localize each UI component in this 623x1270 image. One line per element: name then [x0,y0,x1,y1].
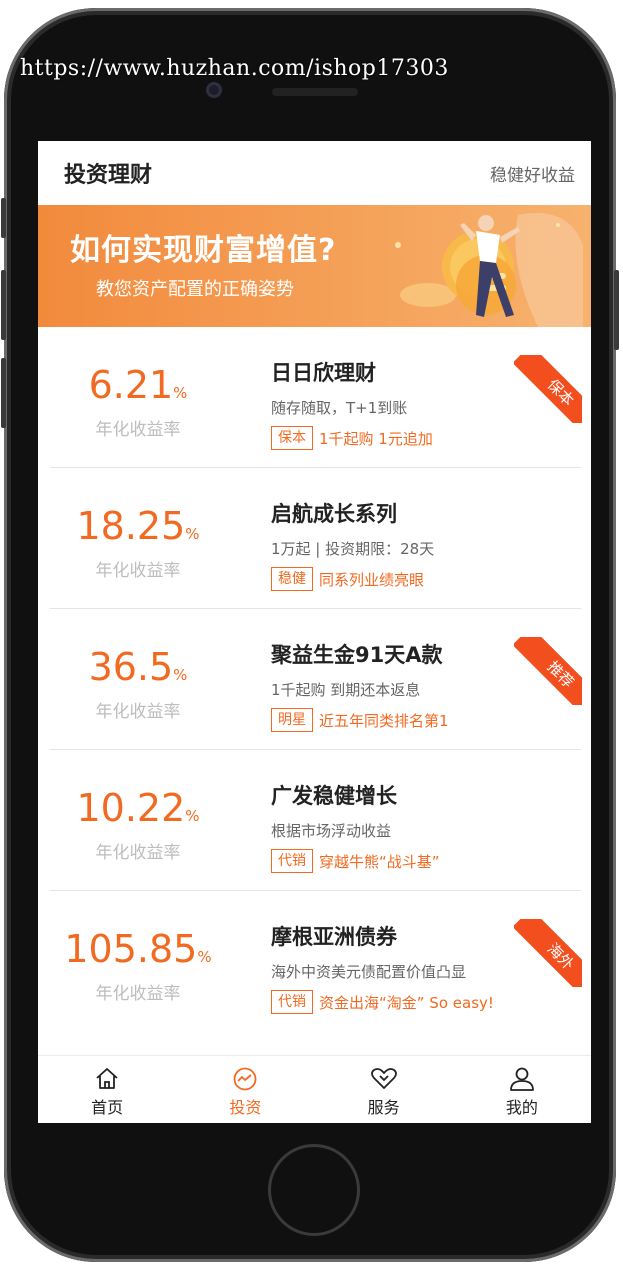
page-header: 投资理财 稳健好收益 [38,141,591,205]
mute-switch [1,198,6,238]
home-icon [96,1068,118,1089]
tab-label: 首页 [91,1098,124,1117]
product-desc: 海外中资美元债配置价值凸显 [271,963,467,981]
product-tag-text: 穿越牛熊“战斗基” [319,852,440,871]
product-tag: 代销 [271,849,313,873]
product-tag-text: 同系列业绩亮眼 [319,570,425,589]
product-item[interactable]: 36.5% 年化收益率 聚益生金91天A款 1千起购 到期还本返息 明星 近五年同… [38,609,591,750]
product-item[interactable]: 18.25% 年化收益率 启航成长系列 1万起 | 投资期限：28天 稳健 同系列… [38,468,591,609]
product-desc: 1千起购 到期还本返息 [271,681,421,699]
power-button [614,270,619,350]
user-icon [509,1067,534,1091]
product-tag: 稳健 [271,567,313,591]
earpiece-speaker [272,88,358,96]
home-button[interactable] [268,1144,360,1236]
volume-up-button [1,270,6,340]
rate-label: 年化收益率 [95,984,181,1004]
product-tag-text: 1千起购 1元追加 [319,429,433,448]
promo-banner[interactable]: 如何实现财富增值? 教您资产配置的正确姿势 [38,205,591,327]
product-tag-text: 资金出海“淘金” So easy! [319,993,494,1012]
product-list: 6.21% 年化收益率 日日欣理财 随存随取，T+1到账 保本 1千起购 1元追加… [38,327,591,1032]
tab-label: 我的 [505,1098,538,1117]
tab-home[interactable]: 首页 [38,1056,176,1123]
product-rate: 18.25% [76,504,200,548]
rate-label: 年化收益率 [95,561,181,581]
product-desc: 随存随取，T+1到账 [271,399,408,417]
product-tag: 明星 [271,708,313,732]
product-rate: 36.5% [88,645,188,689]
product-rate: 105.85% [64,927,212,971]
product-rate: 6.21% [88,363,188,407]
corner-ribbon: 保本 [514,355,582,423]
product-name: 启航成长系列 [271,502,397,526]
front-camera [206,82,222,98]
product-item[interactable]: 6.21% 年化收益率 日日欣理财 随存随取，T+1到账 保本 1千起购 1元追加… [38,327,591,468]
invest-chart-icon [233,1067,257,1091]
banner-subtitle: 教您资产配置的正确姿势 [96,279,294,300]
product-desc: 1万起 | 投资期限：28天 [271,540,435,558]
product-item[interactable]: 105.85% 年化收益率 摩根亚洲债券 海外中资美元债配置价值凸显 代销 资金出… [38,891,591,1032]
corner-ribbon: 推荐 [514,637,582,705]
product-name: 聚益生金91天A款 [271,643,443,667]
product-tag-text: 近五年同类排名第1 [319,711,449,730]
service-heart-icon [370,1068,397,1089]
banner-illustration [395,213,583,327]
tab-label: 投资 [229,1098,262,1117]
product-name: 广发稳健增长 [271,784,397,808]
tab-mine[interactable]: 我的 [453,1056,591,1123]
rate-label: 年化收益率 [95,843,181,863]
tab-invest[interactable]: 投资 [176,1056,314,1123]
product-desc: 根据市场浮动收益 [271,822,392,840]
product-tag: 保本 [271,426,313,450]
product-rate: 10.22% [76,786,200,830]
product-tag: 代销 [271,990,313,1014]
rate-label: 年化收益率 [95,702,181,722]
product-name: 摩根亚洲债券 [271,925,397,949]
header-slogan[interactable]: 稳健好收益 [490,161,575,186]
rate-label: 年化收益率 [95,420,181,440]
app-screen: 投资理财 稳健好收益 如何实现财富增值? 教您资产配置的正确姿势 6.21% 年… [38,141,591,1123]
tab-service[interactable]: 服务 [315,1056,453,1123]
banner-title: 如何实现财富增值? [70,233,337,268]
page-title: 投资理财 [64,163,153,188]
corner-ribbon: 海外 [514,919,582,987]
volume-down-button [1,358,6,428]
product-name: 日日欣理财 [271,361,376,385]
product-item[interactable]: 10.22% 年化收益率 广发稳健增长 根据市场浮动收益 代销 穿越牛熊“战斗基” [38,750,591,891]
tab-label: 服务 [367,1098,400,1117]
bottom-tab-bar: 首页 投资 服务 我的 [38,1055,591,1123]
watermark-url: https://www.huzhan.com/ishop17303 [20,56,449,81]
